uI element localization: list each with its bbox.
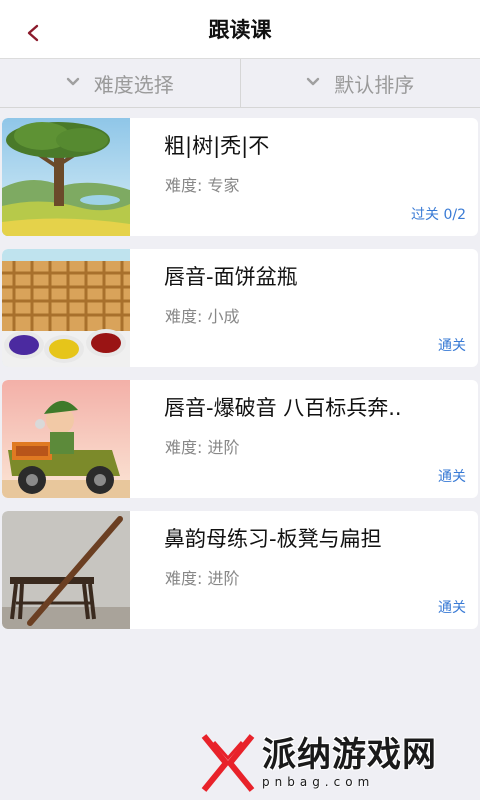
sort-dropdown[interactable]: 默认排序 [239,59,480,107]
course-card[interactable]: 鼻韵母练习-板凳与扁担 难度: 进阶 通关 [2,511,478,629]
course-title: 唇音-面饼盆瓶 [164,265,298,289]
course-title: 唇音-爆破音 八百标兵奔.. [164,396,402,420]
sort-label: 默认排序 [334,72,415,97]
filter-bar: 难度选择 默认排序 [0,59,480,108]
difficulty-filter-dropdown[interactable]: 难度选择 [0,59,240,107]
course-card[interactable]: 唇音-面饼盆瓶 难度: 小成 通关 [2,249,478,367]
course-thumbnail-soldier-jeep [2,380,130,498]
difficulty-filter-label: 难度选择 [93,72,174,97]
course-card[interactable]: 唇音-爆破音 八百标兵奔.. 难度: 进阶 通关 [2,380,478,498]
course-difficulty: 难度: 进阶 [165,569,240,588]
course-status: 过关 0/2 [411,207,466,223]
course-difficulty: 难度: 专家 [165,176,240,195]
course-title: 粗|树|秃|不 [164,134,270,158]
watermark-subtitle: pnbag.com [262,775,375,789]
watermark-title: 派纳游戏网 [262,735,437,775]
course-status: 通关 [438,469,466,485]
course-title: 鼻韵母练习-板凳与扁担 [164,527,382,551]
course-thumbnail-tree [2,118,130,236]
course-status: 通关 [438,600,466,616]
course-difficulty: 难度: 小成 [165,307,240,326]
chevron-down-icon [307,77,320,86]
page-title: 跟读课 [208,18,272,42]
watermark-logo-icon [201,734,255,792]
chevron-down-icon [66,77,79,86]
course-card[interactable]: 粗|树|秃|不 难度: 专家 过关 0/2 [2,118,478,236]
course-difficulty: 难度: 进阶 [165,438,240,457]
course-status: 通关 [438,338,466,354]
watermark: 派纳游戏网 pnbag.com [200,730,475,796]
top-bar: 跟读课 [0,0,480,59]
course-thumbnail-bench-pole [2,511,130,629]
course-thumbnail-waffles [2,249,130,367]
